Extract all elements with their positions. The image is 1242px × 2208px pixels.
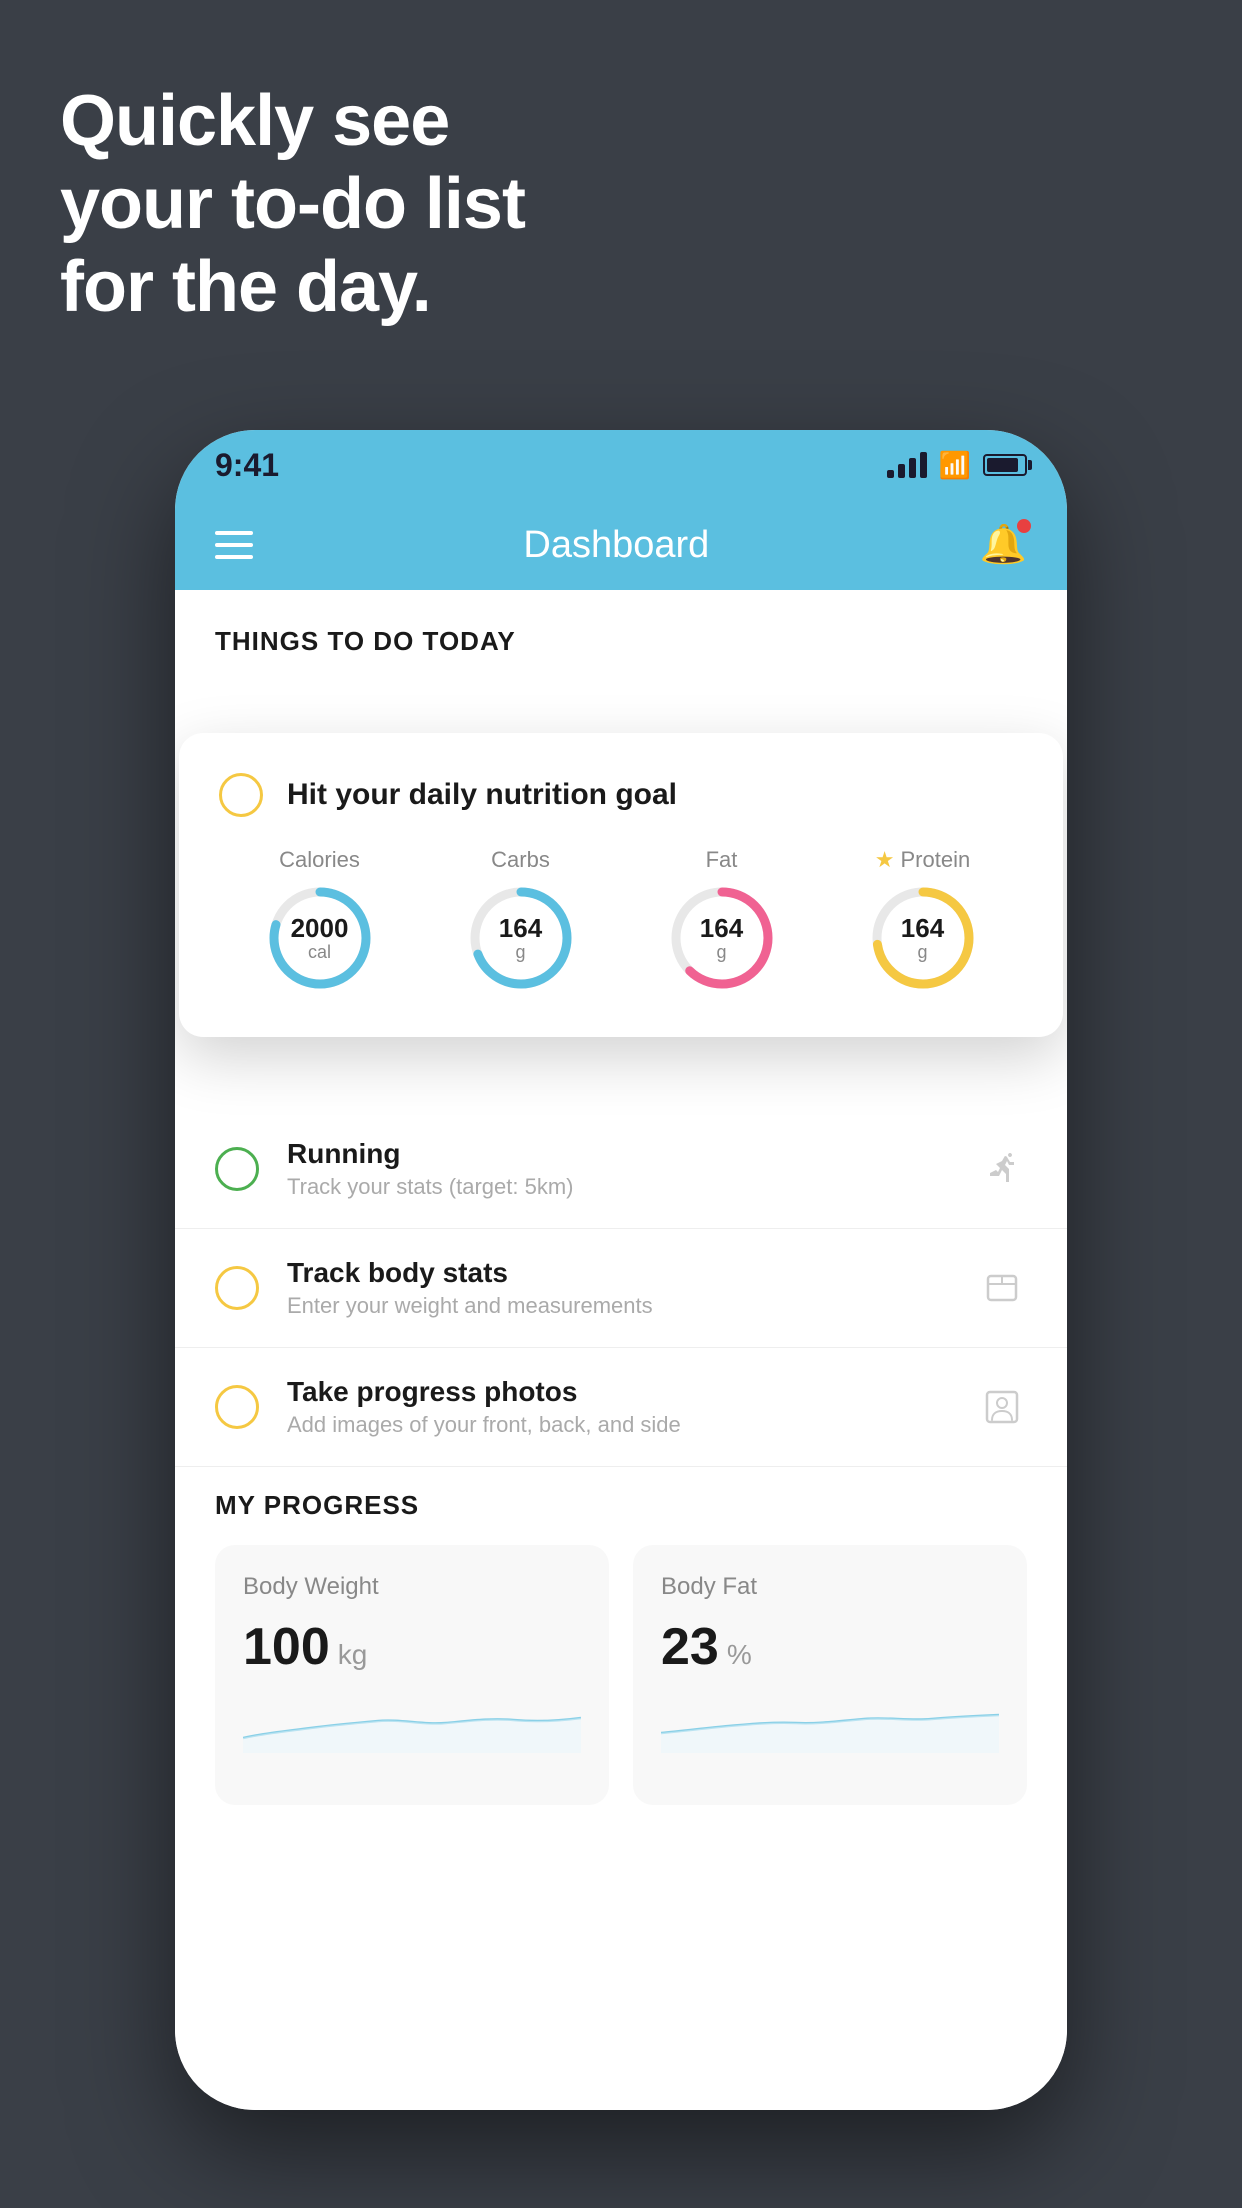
task-list: Running Track your stats (target: 5km) T… bbox=[175, 1110, 1067, 1467]
wifi-icon: 📶 bbox=[939, 450, 971, 481]
progress-title: MY PROGRESS bbox=[215, 1490, 1027, 1521]
photo-person-icon bbox=[977, 1382, 1027, 1432]
task-item-body-stats[interactable]: Track body stats Enter your weight and m… bbox=[175, 1229, 1067, 1348]
photos-title: Take progress photos bbox=[287, 1376, 949, 1408]
status-bar: 9:41 📶 bbox=[175, 430, 1067, 500]
hero-line-3: for the day. bbox=[60, 246, 525, 329]
calories-value: 2000 bbox=[291, 914, 349, 943]
body-weight-value-row: 100 kg bbox=[243, 1617, 581, 1677]
running-info: Running Track your stats (target: 5km) bbox=[287, 1138, 949, 1200]
calories-unit: cal bbox=[291, 942, 349, 962]
signal-icon bbox=[887, 452, 927, 478]
nutrition-checkbox[interactable] bbox=[219, 773, 263, 817]
running-checkbox[interactable] bbox=[215, 1147, 259, 1191]
menu-button[interactable] bbox=[215, 531, 253, 559]
body-stats-info: Track body stats Enter your weight and m… bbox=[287, 1257, 949, 1319]
task-item-photos[interactable]: Take progress photos Add images of your … bbox=[175, 1348, 1067, 1467]
phone-mockup: 9:41 📶 Dashboard 🔔 THINGS TO DO TOD bbox=[175, 430, 1067, 2110]
carbs-circle: 164 g bbox=[466, 883, 576, 993]
body-weight-card: Body Weight 100 kg bbox=[215, 1545, 609, 1805]
body-stats-checkbox[interactable] bbox=[215, 1266, 259, 1310]
photos-subtitle: Add images of your front, back, and side bbox=[287, 1412, 949, 1438]
body-weight-card-title: Body Weight bbox=[243, 1573, 581, 1601]
nutrition-card: Hit your daily nutrition goal Calories bbox=[179, 733, 1063, 1037]
carbs-unit: g bbox=[499, 942, 542, 962]
things-to-do-header: THINGS TO DO TODAY bbox=[175, 590, 1067, 673]
phone-content: THINGS TO DO TODAY Hit your daily nutrit… bbox=[175, 590, 1067, 2110]
notification-bell[interactable]: 🔔 bbox=[980, 523, 1027, 567]
running-subtitle: Track your stats (target: 5km) bbox=[287, 1174, 949, 1200]
protein-label: ★ Protein bbox=[875, 847, 970, 873]
protein-unit: g bbox=[901, 942, 944, 962]
fat-unit: g bbox=[700, 942, 743, 962]
notification-dot bbox=[1017, 519, 1031, 533]
body-weight-chart bbox=[243, 1693, 581, 1753]
body-fat-value-row: 23 % bbox=[661, 1617, 999, 1677]
battery-icon bbox=[983, 454, 1027, 476]
photos-checkbox[interactable] bbox=[215, 1385, 259, 1429]
nutrition-task-title: Hit your daily nutrition goal bbox=[287, 778, 677, 812]
photos-info: Take progress photos Add images of your … bbox=[287, 1376, 949, 1438]
scale-icon bbox=[977, 1263, 1027, 1313]
body-fat-card-title: Body Fat bbox=[661, 1573, 999, 1601]
nutrition-task-row: Hit your daily nutrition goal bbox=[219, 773, 1023, 817]
carbs-item: Carbs 164 g bbox=[466, 847, 576, 993]
body-fat-number: 23 bbox=[661, 1617, 719, 1677]
fat-item: Fat 164 g bbox=[667, 847, 777, 993]
calories-item: Calories 2000 cal bbox=[265, 847, 375, 993]
progress-section: MY PROGRESS Body Weight 100 kg bbox=[175, 1490, 1067, 1805]
body-stats-title: Track body stats bbox=[287, 1257, 949, 1289]
hero-line-2: your to-do list bbox=[60, 163, 525, 246]
calories-circle: 2000 cal bbox=[265, 883, 375, 993]
protein-value: 164 bbox=[901, 914, 944, 943]
status-time: 9:41 bbox=[215, 447, 279, 484]
fat-label: Fat bbox=[706, 847, 738, 873]
status-icons: 📶 bbox=[887, 450, 1027, 481]
running-title: Running bbox=[287, 1138, 949, 1170]
body-stats-subtitle: Enter your weight and measurements bbox=[287, 1293, 949, 1319]
carbs-label: Carbs bbox=[491, 847, 550, 873]
task-item-running[interactable]: Running Track your stats (target: 5km) bbox=[175, 1110, 1067, 1229]
hero-line-1: Quickly see bbox=[60, 80, 525, 163]
nav-bar: Dashboard 🔔 bbox=[175, 500, 1067, 590]
nutrition-grid: Calories 2000 cal bbox=[219, 847, 1023, 993]
body-fat-card: Body Fat 23 % bbox=[633, 1545, 1027, 1805]
body-fat-unit: % bbox=[727, 1639, 752, 1671]
star-icon: ★ bbox=[875, 847, 895, 873]
nav-title: Dashboard bbox=[523, 524, 709, 567]
body-weight-number: 100 bbox=[243, 1617, 330, 1677]
fat-value: 164 bbox=[700, 914, 743, 943]
calories-label: Calories bbox=[279, 847, 360, 873]
hero-text: Quickly see your to-do list for the day. bbox=[60, 80, 525, 328]
progress-cards: Body Weight 100 kg Body Fat bbox=[215, 1545, 1027, 1805]
body-weight-unit: kg bbox=[338, 1639, 368, 1671]
protein-item: ★ Protein 164 g bbox=[868, 847, 978, 993]
body-fat-chart bbox=[661, 1693, 999, 1753]
carbs-value: 164 bbox=[499, 914, 542, 943]
protein-circle: 164 g bbox=[868, 883, 978, 993]
running-icon bbox=[977, 1144, 1027, 1194]
fat-circle: 164 g bbox=[667, 883, 777, 993]
